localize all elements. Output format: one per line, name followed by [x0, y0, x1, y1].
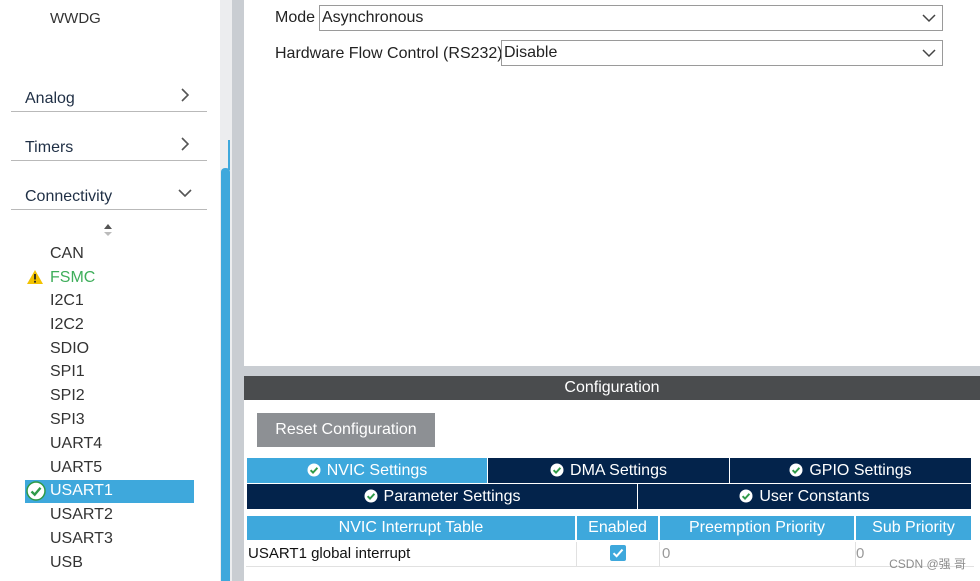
preemption-priority-cell[interactable]: 0 — [662, 542, 670, 566]
check-circle-icon — [364, 489, 378, 503]
check-circle-icon — [307, 463, 321, 477]
checkmark-icon — [612, 548, 624, 558]
check-circle-icon — [789, 463, 803, 477]
tab-parameter-settings[interactable]: Parameter Settings — [247, 484, 637, 509]
column-header-preemption-priority[interactable]: Preemption Priority — [660, 516, 854, 540]
sidebar: WWDG Analog Timers Connectivity CAN FSMC… — [0, 0, 220, 581]
sidebar-item-spi3[interactable]: SPI3 — [50, 411, 85, 429]
cell-divider — [576, 542, 577, 566]
cell-divider — [659, 542, 660, 566]
column-header-enabled[interactable]: Enabled — [577, 516, 658, 540]
mode-select[interactable]: Asynchronous — [319, 5, 943, 31]
category-timers[interactable]: Timers — [11, 131, 207, 161]
mode-panel: Mode Asynchronous Hardware Flow Control … — [244, 0, 980, 366]
sidebar-item-label: USART1 — [50, 482, 113, 499]
tab-label: GPIO Settings — [809, 462, 912, 479]
flow-control-select-value: Disable — [504, 44, 558, 61]
sidebar-item-sdio[interactable]: SDIO — [50, 340, 89, 358]
sub-priority-cell[interactable]: 0 — [856, 542, 864, 566]
check-circle-icon — [550, 463, 564, 477]
mode-select-value: Asynchronous — [322, 9, 424, 26]
mode-label: Mode — [275, 9, 316, 26]
enabled-checkbox[interactable] — [610, 545, 626, 561]
flow-control-select[interactable]: Disable — [501, 40, 943, 66]
chevron-right-icon — [181, 88, 190, 102]
tab-label: Parameter Settings — [383, 488, 521, 505]
warning-icon — [27, 270, 43, 284]
sidebar-item-wwdg[interactable]: WWDG — [50, 10, 101, 27]
tab-label: User Constants — [759, 488, 870, 505]
sidebar-item-uart5[interactable]: UART5 — [50, 459, 102, 477]
check-circle-icon — [739, 489, 753, 503]
category-label: Analog — [25, 90, 75, 107]
sidebar-item-usart3[interactable]: USART3 — [50, 530, 113, 548]
tab-user-constants[interactable]: User Constants — [638, 484, 971, 509]
tab-nvic-settings[interactable]: NVIC Settings — [247, 458, 487, 483]
sidebar-scrollbar-thumb[interactable] — [221, 168, 230, 581]
sidebar-item-usart1[interactable]: USART1 — [25, 480, 194, 503]
sidebar-item-spi2[interactable]: SPI2 — [50, 387, 85, 405]
watermark: CSDN @强 哥 — [889, 557, 966, 571]
column-header-nvic-interrupt[interactable]: NVIC Interrupt Table — [247, 516, 575, 540]
category-connectivity[interactable]: Connectivity — [11, 180, 207, 210]
configuration-header: Configuration — [244, 376, 980, 400]
sidebar-item-usb[interactable]: USB — [50, 554, 83, 572]
sidebar-item-can[interactable]: CAN — [50, 245, 84, 263]
sidebar-item-fsmc[interactable]: FSMC — [50, 269, 95, 287]
interrupt-name-cell: USART1 global interrupt — [248, 545, 411, 562]
panel-divider[interactable] — [244, 366, 980, 376]
reset-configuration-button[interactable]: Reset Configuration — [257, 413, 435, 447]
chevron-down-icon — [178, 189, 192, 198]
tab-dma-settings[interactable]: DMA Settings — [488, 458, 729, 483]
tab-gpio-settings[interactable]: GPIO Settings — [730, 458, 971, 483]
panel-gutter — [232, 0, 244, 581]
chevron-down-icon — [922, 49, 936, 58]
scrollbar-indicator — [228, 140, 230, 170]
category-label: Timers — [25, 139, 74, 156]
table-row-border — [246, 566, 974, 567]
chevron-right-icon — [181, 137, 190, 151]
configuration-panel: Configuration Reset Configuration NVIC S… — [244, 376, 980, 581]
sidebar-item-i2c1[interactable]: I2C1 — [50, 292, 84, 310]
column-header-sub-priority[interactable]: Sub Priority — [856, 516, 971, 540]
flow-control-label: Hardware Flow Control (RS232) — [275, 45, 503, 62]
sort-arrows-icon[interactable] — [101, 222, 115, 238]
sidebar-item-spi1[interactable]: SPI1 — [50, 363, 85, 381]
category-label: Connectivity — [25, 188, 113, 205]
tab-label: NVIC Settings — [326, 462, 428, 479]
sidebar-item-uart4[interactable]: UART4 — [50, 435, 102, 453]
sidebar-item-usart2[interactable]: USART2 — [50, 506, 113, 524]
sidebar-item-i2c2[interactable]: I2C2 — [50, 316, 84, 334]
chevron-down-icon — [922, 14, 936, 23]
tab-label: DMA Settings — [570, 462, 667, 479]
category-analog[interactable]: Analog — [11, 82, 207, 112]
check-circle-icon — [26, 481, 46, 501]
